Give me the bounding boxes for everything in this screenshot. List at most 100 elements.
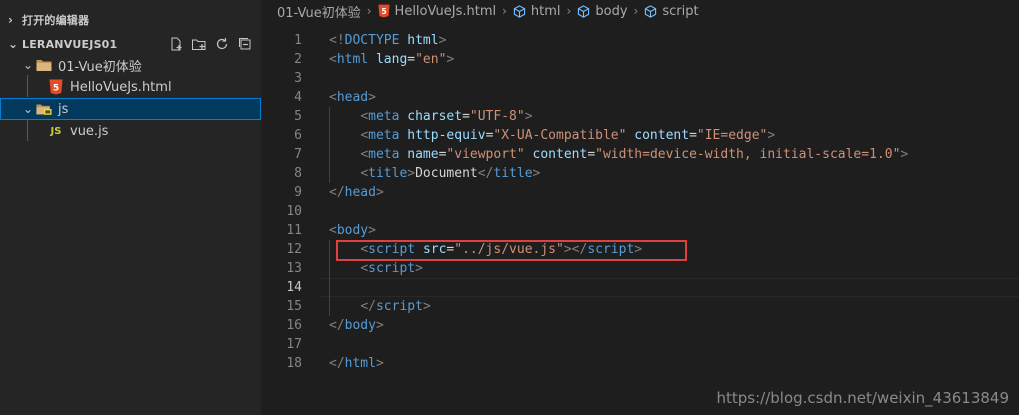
code-token: =: [407, 52, 416, 67]
tree-item-vuejs[interactable]: JS vue.js: [0, 120, 261, 142]
code-token: </: [329, 318, 345, 333]
open-editors-header[interactable]: › 打开的编辑器: [0, 9, 261, 31]
code-token: "viewport": [446, 147, 525, 162]
open-editors-label: 打开的编辑器: [22, 14, 90, 27]
line-number: 16: [286, 318, 302, 333]
workspace-header[interactable]: ⌄ LERANVUEJS01: [0, 33, 261, 55]
line-number: 14: [286, 280, 302, 295]
code-line[interactable]: 18 </html>: [261, 354, 1019, 373]
code-token: lang: [375, 52, 408, 67]
code-line[interactable]: 3: [261, 69, 1019, 88]
line-number: 4: [294, 90, 302, 105]
code-token: >: [368, 90, 376, 105]
line-number: 5: [294, 109, 302, 124]
code-token: <: [360, 261, 369, 276]
chevron-down-icon: ⌄: [22, 102, 34, 116]
code-token: content: [532, 147, 588, 162]
code-token: title: [493, 166, 533, 181]
chevron-right-icon: ›: [8, 13, 14, 27]
code-token: >: [375, 356, 384, 371]
code-editor[interactable]: 01-Vue初体验 › 5 HelloVueJs.html › html › b…: [261, 0, 1019, 415]
js-folder-icon: [36, 101, 52, 117]
code-text: <meta http-equiv = "X-UA-Compatible" conte…: [329, 126, 775, 145]
code-token: >: [438, 33, 447, 48]
code-token: <: [360, 128, 369, 143]
code-line[interactable]: 14: [261, 278, 1019, 297]
symbol-element-icon: [577, 4, 590, 18]
code-line[interactable]: 6 <meta http-equiv = "X-UA-Compatible" con…: [261, 126, 1019, 145]
code-token: "UTF-8": [469, 109, 525, 124]
code-token: >: [415, 261, 423, 276]
new-file-icon[interactable]: [166, 34, 186, 54]
code-token: >: [532, 166, 541, 181]
tree-item-hellovuejs[interactable]: 5 HelloVueJs.html: [0, 76, 261, 98]
code-token: </: [477, 166, 494, 181]
code-token: title: [368, 166, 408, 181]
code-token: <: [329, 223, 337, 238]
code-token: >: [900, 147, 909, 162]
annotation-highlight-box: [336, 240, 687, 261]
explorer-actions: [166, 33, 255, 55]
breadcrumb: 01-Vue初体验 › 5 HelloVueJs.html › html › b…: [261, 0, 1019, 22]
code-token: script: [375, 299, 423, 314]
new-folder-icon[interactable]: [189, 34, 209, 54]
code-token: html: [344, 356, 376, 371]
tree-item-folder-js[interactable]: ⌄ js: [0, 98, 261, 120]
code-token: "IE=edge": [696, 128, 768, 143]
code-token: http-equiv: [407, 128, 486, 143]
code-line[interactable]: 5 <meta charset="UTF-8">: [261, 107, 1019, 126]
breadcrumb-script[interactable]: script: [644, 4, 699, 19]
code-token: <: [360, 166, 369, 181]
tree-item-folder-01[interactable]: ⌄ 01-Vue初体验: [0, 54, 261, 76]
svg-text:5: 5: [53, 84, 59, 94]
code-token: DOCTYPE: [344, 33, 400, 48]
code-text: </html>: [329, 354, 384, 373]
breadcrumb-folder[interactable]: 01-Vue初体验: [277, 2, 361, 21]
code-line[interactable]: 11 <body>: [261, 221, 1019, 240]
collapse-all-icon[interactable]: [235, 34, 255, 54]
code-token: head: [336, 90, 369, 105]
code-token: </: [360, 299, 376, 314]
code-line[interactable]: 16 </body>: [261, 316, 1019, 335]
breadcrumb-html[interactable]: html: [513, 4, 561, 19]
code-token: <: [360, 109, 369, 124]
code-line[interactable]: 8 <title>Document</title>: [261, 164, 1019, 183]
code-text: </head>: [329, 183, 384, 202]
js-file-icon: JS: [50, 125, 62, 137]
code-token: script: [368, 261, 416, 276]
code-token: >: [422, 299, 431, 314]
code-token: meta: [368, 128, 400, 143]
code-line[interactable]: 4 <head>: [261, 88, 1019, 107]
code-text: <head>: [329, 88, 376, 107]
code-text: <script>: [329, 259, 423, 278]
code-line[interactable]: 17: [261, 335, 1019, 354]
code-token: <: [329, 90, 337, 105]
line-number: 10: [286, 204, 302, 219]
code-line[interactable]: 10: [261, 202, 1019, 221]
tree-item-label: js: [58, 101, 69, 117]
symbol-element-icon: [644, 4, 657, 18]
code-text: <meta charset="UTF-8">: [329, 107, 532, 126]
code-token: >: [446, 52, 455, 67]
code-token: Document: [415, 166, 478, 181]
line-number: 11: [286, 223, 302, 238]
code-line[interactable]: 9 </head>: [261, 183, 1019, 202]
code-text: </script>: [329, 297, 431, 316]
code-token: meta: [368, 147, 400, 162]
workspace-label: LERANVUEJS01: [22, 37, 118, 51]
code-token: </: [329, 185, 345, 200]
code-token: meta: [368, 109, 400, 124]
refresh-icon[interactable]: [212, 34, 232, 54]
breadcrumb-body[interactable]: body: [577, 4, 628, 19]
code-line[interactable]: 2 <html lang="en">: [261, 50, 1019, 69]
code-line[interactable]: 13 <script>: [261, 259, 1019, 278]
breadcrumb-file[interactable]: 5 HelloVueJs.html: [377, 4, 496, 19]
code-token: "width=device-width, initial-scale=1.0": [595, 147, 901, 162]
code-line[interactable]: 1 <!DOCTYPE html>: [261, 31, 1019, 50]
code-token: <: [360, 147, 369, 162]
code-line[interactable]: 7 <meta name="viewport" content="width=d…: [261, 145, 1019, 164]
code-text: <meta name="viewport" content="width=dev…: [329, 145, 908, 164]
code-line[interactable]: 15 </script>: [261, 297, 1019, 316]
